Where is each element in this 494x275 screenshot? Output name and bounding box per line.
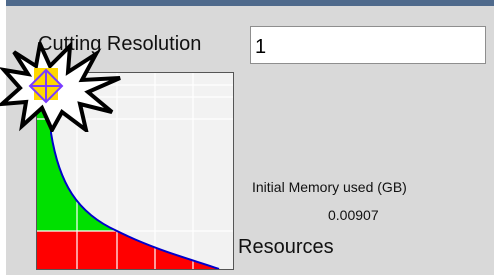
resources-axis-label: Resources [238,236,334,258]
memory-used-value: 0.00907 [328,207,379,223]
starburst-alert-icon [0,42,121,132]
resolution-panel: Cutting Resolution In [0,0,494,275]
top-border [6,0,494,6]
cutting-resolution-input[interactable] [250,26,486,64]
diamond-grid-icon [28,68,64,104]
memory-used-label: Initial Memory used (GB) [252,179,407,195]
